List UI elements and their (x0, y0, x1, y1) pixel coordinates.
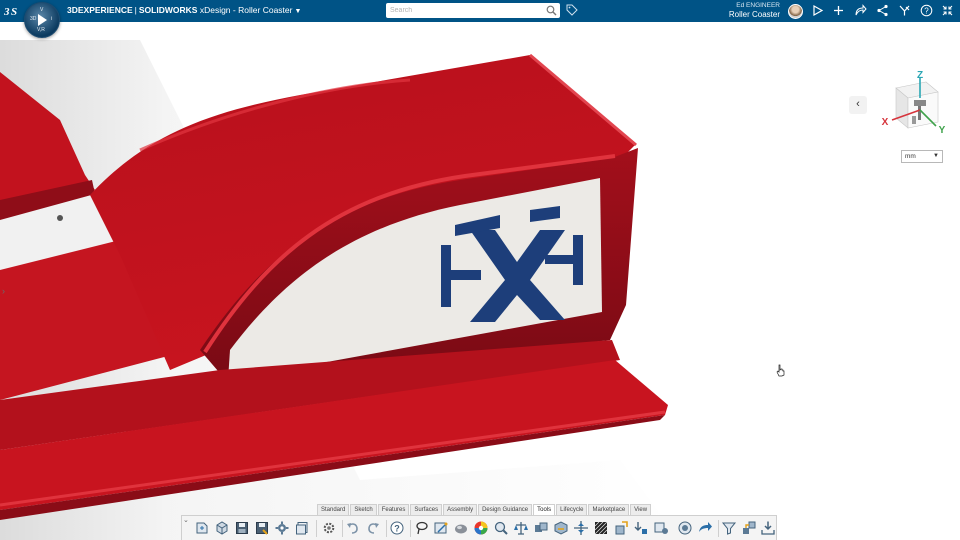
svg-text:S: S (11, 6, 17, 18)
redo-icon[interactable] (365, 520, 381, 536)
top-bar: 3 S 3DEXPERIENCE | SOLIDWORKS xDesign - Ro… (0, 0, 960, 22)
3d-model[interactable] (0, 22, 960, 540)
app-name: xDesign (199, 5, 231, 15)
share-icon[interactable] (854, 4, 867, 17)
back-arrow-icon[interactable]: ‹ (849, 96, 867, 114)
model-title: Roller Coaster (238, 5, 293, 15)
gear-icon[interactable] (321, 520, 337, 536)
play-icon[interactable] (811, 4, 824, 17)
tab-marketplace[interactable]: Marketplace (588, 504, 630, 515)
fill-icon[interactable] (593, 520, 609, 536)
product-name: SOLIDWORKS (138, 5, 198, 15)
save-icon[interactable] (234, 520, 250, 536)
compass-label-3d: 3D (30, 16, 37, 22)
3ds-logo[interactable]: 3 S (4, 3, 22, 19)
tab-view[interactable]: View (630, 504, 652, 515)
copy-icon[interactable] (294, 520, 310, 536)
action-bar-tabs: Standard Sketch Features Surfaces Assemb… (317, 504, 652, 515)
network-icon[interactable] (876, 4, 889, 17)
photo-icon[interactable] (677, 520, 693, 536)
compass-label-right: i (51, 16, 53, 22)
tab-design-guidance[interactable]: Design Guidance (478, 504, 533, 515)
tab-assembly[interactable]: Assembly (443, 504, 478, 515)
tab-features[interactable]: Features (377, 504, 410, 515)
move-icon[interactable] (613, 520, 629, 536)
left-panel-expand[interactable]: › (2, 286, 5, 296)
color-icon[interactable] (473, 520, 489, 536)
chevron-down-icon: ▼ (933, 153, 939, 159)
measure-icon[interactable] (433, 520, 449, 536)
toolbar-separator (342, 520, 343, 537)
undo-icon[interactable] (345, 520, 361, 536)
insert-icon[interactable] (633, 520, 649, 536)
connect-icon[interactable] (741, 520, 757, 536)
compass-icon[interactable]: 3D V V,R i (24, 2, 60, 38)
user-name: Ed ENGINEER (736, 2, 780, 9)
svg-text:3: 3 (4, 6, 10, 18)
arrow-icon[interactable] (697, 520, 713, 536)
save-as-icon[interactable] (254, 520, 270, 536)
assembly-icon[interactable] (533, 520, 549, 536)
3d-viewport[interactable]: › ‹ Z X Y mm ▼ (0, 22, 960, 540)
floor-hole (57, 215, 63, 221)
title-separator: - (232, 5, 236, 15)
action-bar: ⌄ ? (181, 515, 777, 540)
pattern-icon[interactable] (573, 520, 589, 536)
tag-icon[interactable] (566, 4, 578, 16)
svg-text:?: ? (394, 524, 400, 534)
user-block[interactable]: Ed ENGINEER Roller Coaster (660, 2, 780, 20)
apps-icon[interactable] (898, 4, 911, 17)
section-icon[interactable] (553, 520, 569, 536)
compass-label-bottom: V,R (37, 27, 45, 33)
help-icon[interactable]: ? (389, 520, 405, 536)
tab-lifecycle[interactable]: Lifecycle (556, 504, 588, 515)
search-box[interactable] (386, 3, 560, 18)
filter-icon[interactable] (721, 520, 737, 536)
units-select[interactable]: mm ▼ (901, 150, 943, 163)
triad-z-label: Z (917, 70, 923, 81)
tab-tools[interactable]: Tools (533, 504, 556, 515)
toolbar-separator (718, 520, 719, 537)
triad-x-label: X (882, 117, 889, 128)
view-triad[interactable]: Z X Y (876, 70, 948, 140)
user-model-name: Roller Coaster (728, 10, 780, 19)
settings-icon[interactable] (274, 520, 290, 536)
lasso-icon[interactable] (413, 520, 429, 536)
tab-surfaces[interactable]: Surfaces (410, 504, 443, 515)
tab-sketch[interactable]: Sketch (350, 504, 377, 515)
appearance-icon[interactable] (453, 520, 469, 536)
chevron-down-icon[interactable]: ⌄ (183, 516, 189, 524)
zoom-icon[interactable] (493, 520, 509, 536)
balance-icon[interactable] (513, 520, 529, 536)
download-icon[interactable] (760, 520, 776, 536)
app-title[interactable]: 3DEXPERIENCE | SOLIDWORKS xDesign - Roller… (67, 5, 301, 15)
triad-y-label: Y (939, 125, 946, 136)
compass-label-top: V (40, 7, 44, 13)
help-icon[interactable]: ? (920, 4, 933, 17)
search-icon[interactable] (546, 5, 557, 16)
hand-cursor-icon (776, 364, 785, 377)
search-input[interactable] (390, 5, 540, 16)
plus-icon[interactable] (832, 4, 845, 17)
open-icon[interactable] (214, 520, 230, 536)
collapse-icon[interactable] (941, 4, 954, 17)
tab-standard[interactable]: Standard (317, 504, 350, 515)
toolbar-separator (410, 520, 411, 537)
units-value: mm (905, 153, 916, 160)
component-icon[interactable] (653, 520, 669, 536)
avatar[interactable] (788, 4, 803, 19)
chevron-down-icon[interactable]: ▼ (294, 8, 301, 15)
brand-name: 3DEXPERIENCE (67, 5, 133, 15)
toolbar-separator (316, 520, 317, 537)
play-icon (38, 14, 47, 26)
new-icon[interactable] (194, 520, 210, 536)
toolbar-separator (386, 520, 387, 537)
svg-text:?: ? (924, 7, 929, 16)
